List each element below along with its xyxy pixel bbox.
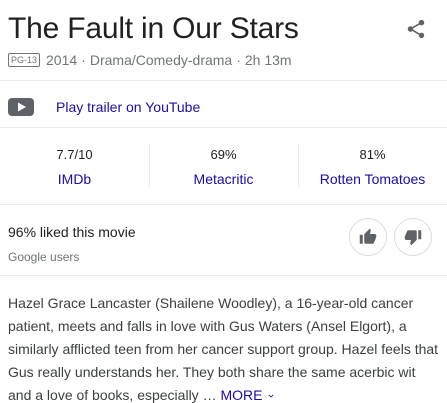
rating-source-link[interactable]: Metacritic xyxy=(149,169,298,189)
divider xyxy=(0,275,447,276)
thumbs-up-icon xyxy=(359,228,377,244)
meta-separator: · xyxy=(81,52,86,68)
content-rating-badge: PG-13 xyxy=(8,53,41,67)
movie-description: Hazel Grace Lancaster (Shailene Woodley)… xyxy=(8,292,440,403)
rating-value: 81% xyxy=(359,147,386,162)
thumbs-down-button[interactable] xyxy=(394,218,432,256)
meta-separator: · xyxy=(236,52,241,68)
play-trailer-label[interactable]: Play trailer on YouTube xyxy=(56,99,200,115)
liked-source: Google users xyxy=(8,250,80,264)
movie-genre: Drama/Comedy-drama xyxy=(89,52,233,68)
audience-score: 96% liked this movie Google users xyxy=(8,223,136,265)
movie-year: 2014 xyxy=(46,52,78,68)
movie-title: The Fault in Our Stars xyxy=(8,12,299,45)
rating-imdb: 7.7/10 IMDb xyxy=(0,143,149,189)
rating-value: 7.7/10 xyxy=(56,147,93,162)
youtube-play-icon xyxy=(8,98,34,116)
thumbs-up-button[interactable] xyxy=(349,218,387,256)
rating-metacritic: 69% Metacritic xyxy=(149,143,298,189)
rating-value: 69% xyxy=(210,147,237,162)
rating-rotten-tomatoes: 81% Rotten Tomatoes xyxy=(298,143,447,189)
liked-percentage: 96% liked this movie xyxy=(8,224,136,240)
movie-meta: PG-13 2014 · Drama/Comedy-drama · 2h 13m xyxy=(8,52,292,68)
play-trailer-link[interactable]: Play trailer on YouTube xyxy=(8,96,200,118)
divider xyxy=(0,204,447,205)
chevron-down-icon xyxy=(268,394,274,398)
rating-source-link[interactable]: IMDb xyxy=(0,169,149,189)
more-label: MORE xyxy=(220,387,263,403)
movie-header: The Fault in Our Stars PG-13 2014 · Dram… xyxy=(8,10,439,80)
divider xyxy=(0,80,447,81)
share-icon[interactable] xyxy=(405,18,427,40)
more-link[interactable]: MORE xyxy=(220,387,276,403)
rating-source-link[interactable]: Rotten Tomatoes xyxy=(298,169,447,189)
divider xyxy=(0,127,447,128)
thumbs-down-icon xyxy=(404,230,422,246)
movie-runtime: 2h 13m xyxy=(244,52,292,68)
ratings-row: 7.7/10 IMDb 69% Metacritic 81% Rotten To… xyxy=(0,143,447,189)
